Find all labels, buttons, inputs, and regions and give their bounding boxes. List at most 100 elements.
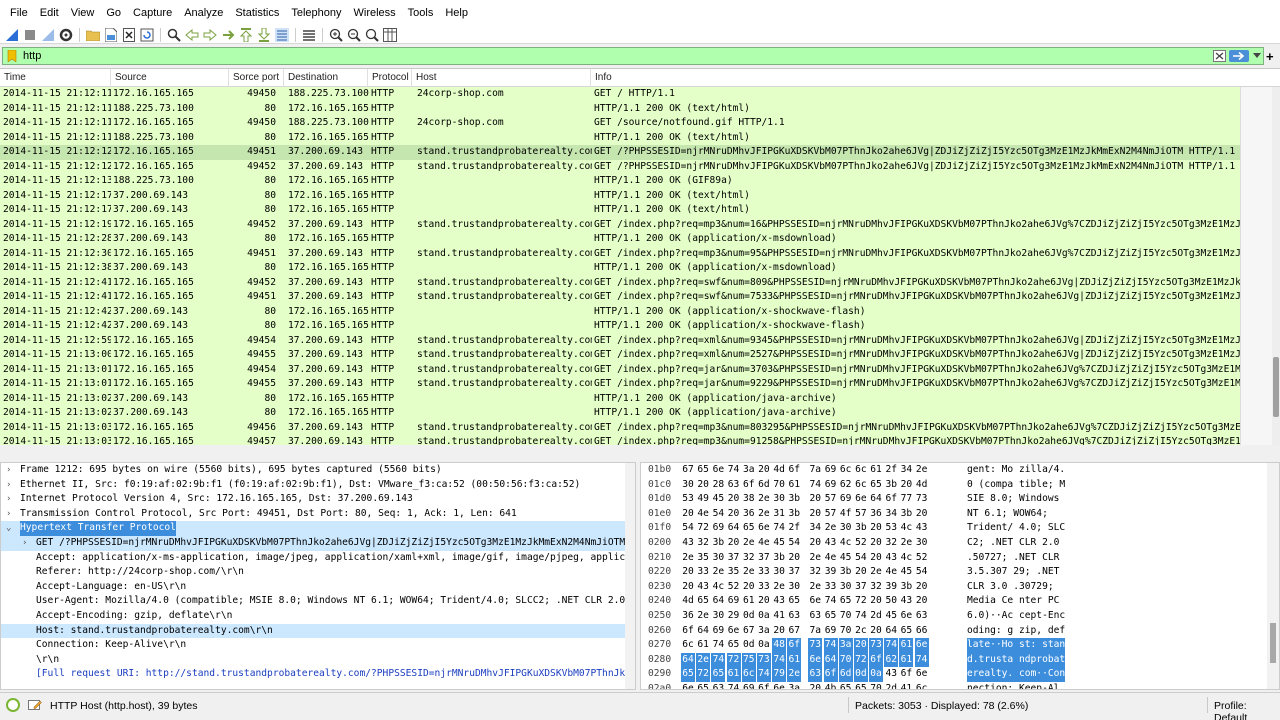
zoom-normal-icon[interactable] [364, 27, 380, 43]
table-row[interactable]: 2014-11-15 21:12:11 188.225.73.100 80 172.1… [0, 102, 1240, 117]
ascii-text[interactable]: Media Ce nter PC [967, 594, 1059, 609]
clear-filter-icon[interactable] [1211, 49, 1227, 63]
hex-bytes[interactable]: 53 49 45 20 38 2e 30 3b 20 57 69 6e 64 6f 77 73 [681, 492, 930, 507]
menu-tools[interactable]: Tools [402, 0, 440, 26]
menu-view[interactable]: View [65, 0, 101, 26]
hex-bytes[interactable]: 20 4e 54 20 36 2e 31 3b 20 57 4f 57 36 34 3b 20 [681, 507, 930, 522]
menu-capture[interactable]: Capture [127, 0, 178, 26]
table-row[interactable]: 2014-11-15 21:12:12 172.16.165.165 49452 37… [0, 160, 1240, 175]
detail-tree-item[interactable]: Accept-Encoding: gzip, deflate\r\n [1, 609, 635, 624]
go-to-packet-icon[interactable] [220, 27, 236, 43]
detail-tree-item[interactable]: \r\n [1, 653, 635, 668]
detail-tree-item[interactable]: › Transmission Control Protocol, Src Port… [1, 507, 635, 522]
scrollbar-thumb[interactable] [1273, 357, 1279, 417]
expand-arrow-icon[interactable]: › [22, 536, 32, 551]
table-row[interactable]: 2014-11-15 21:13:03 172.16.165.165 49457 37… [0, 435, 1240, 445]
detail-tree-item[interactable]: › GET /?PHPSSESID=njrMNruDMhvJFIPGKuXDSKV… [1, 535, 635, 551]
table-row[interactable]: 2014-11-15 21:12:13 188.225.73.100 80 172.1… [0, 174, 1240, 189]
find-icon[interactable] [166, 27, 182, 43]
table-row[interactable]: 2014-11-15 21:13:02 37.200.69.143 80 172.16… [0, 392, 1240, 407]
table-row[interactable]: 2014-11-15 21:12:42 37.200.69.143 80 172.16… [0, 319, 1240, 334]
go-last-icon[interactable] [256, 27, 272, 43]
menu-statistics[interactable]: Statistics [229, 0, 285, 26]
ascii-text[interactable]: CLR 3.0 .30729; [967, 580, 1054, 595]
table-row-selected[interactable]: 2014-11-15 21:12:12 172.16.165.165 49451 37… [0, 145, 1240, 160]
scrollbar-thumb[interactable] [1270, 623, 1276, 663]
table-row[interactable]: 2014-11-15 21:12:41 172.16.165.165 49451 37… [0, 290, 1240, 305]
stop-icon[interactable] [22, 27, 38, 43]
menu-analyze[interactable]: Analyze [178, 0, 229, 26]
menu-edit[interactable]: Edit [34, 0, 65, 26]
filter-history-dropdown-icon[interactable] [1251, 49, 1263, 63]
detail-tree-item[interactable]: ⌄ Hypertext Transfer Protocol [1, 521, 635, 536]
hex-bytes[interactable]: 43 32 3b 20 2e 4e 45 54 20 43 4c 52 20 32 2e 30 [681, 536, 930, 551]
table-row[interactable]: 2014-11-15 21:12:38 37.200.69.143 80 172.16… [0, 261, 1240, 276]
go-forward-icon[interactable] [202, 27, 218, 43]
shark-fin-start-icon[interactable] [4, 27, 20, 43]
ascii-text[interactable]: late··Ho st: stan [967, 638, 1066, 653]
menu-help[interactable]: Help [439, 0, 474, 26]
details-scrollbar[interactable] [625, 463, 635, 689]
ascii-text[interactable]: oding: g zip, def [967, 624, 1065, 639]
capture-status-icon[interactable] [6, 698, 20, 712]
table-row[interactable]: 2014-11-15 21:12:11 188.225.73.100 80 172.1… [0, 131, 1240, 146]
ascii-text[interactable]: 0 (compa tible; M [967, 478, 1065, 493]
ascii-text[interactable]: SIE 8.0; Windows [967, 492, 1059, 507]
ascii-text[interactable]: Trident/ 4.0; SLC [967, 521, 1065, 536]
hex-bytes[interactable]: 67 65 6e 74 3a 20 4d 6f 7a 69 6c 6c 61 2f 34 2e [681, 463, 930, 478]
ascii-text[interactable]: .50727; .NET CLR [967, 551, 1059, 566]
hex-bytes[interactable]: 6e 65 63 74 69 6f 6e 3a 20 4b 65 65 70 2d 41 6c [681, 682, 930, 689]
detail-tree-item[interactable]: Accept-Language: en-US\r\n [1, 580, 635, 595]
table-row[interactable]: 2014-11-15 21:12:11 172.16.165.165 49450 18… [0, 87, 1240, 102]
detail-tree-item[interactable]: Connection: Keep-Alive\r\n [1, 638, 635, 653]
table-row[interactable]: 2014-11-15 21:12:19 172.16.165.165 49452 37… [0, 218, 1240, 233]
hex-bytes[interactable]: 4d 65 64 69 61 20 43 65 6e 74 65 72 20 50 43 20 [681, 594, 930, 609]
ascii-text[interactable]: nection: Keep-Al [967, 682, 1059, 689]
hex-bytes[interactable]: 64 2e 74 72 75 73 74 61 6e 64 70 72 6f 62 61 74 [681, 652, 930, 668]
column-header-destination[interactable]: Destination [284, 69, 368, 87]
hex-bytes[interactable]: 6c 61 74 65 0d 0a 48 6f 73 74 3a 20 73 74 61 6e [681, 638, 930, 653]
table-row[interactable]: 2014-11-15 21:13:03 172.16.165.165 49456 37… [0, 421, 1240, 436]
menu-telephony[interactable]: Telephony [285, 0, 347, 26]
bytes-scrollbar[interactable] [1267, 463, 1279, 689]
apply-filter-icon[interactable] [1229, 49, 1249, 63]
open-file-icon[interactable] [85, 27, 101, 43]
zoom-in-icon[interactable] [328, 27, 344, 43]
menu-go[interactable]: Go [100, 0, 127, 26]
detail-tree-item[interactable]: › Ethernet II, Src: f0:19:af:02:9b:f1 (f0… [1, 478, 635, 493]
colorize-icon[interactable] [301, 27, 317, 43]
detail-tree-item[interactable]: Referer: http://24corp-shop.com/\r\n [1, 565, 635, 580]
close-file-icon[interactable] [121, 27, 137, 43]
autoscroll-icon[interactable] [274, 27, 290, 43]
packet-list-scrollbar[interactable] [1240, 87, 1280, 445]
table-row[interactable]: 2014-11-15 21:12:17 37.200.69.143 80 172.16… [0, 189, 1240, 204]
column-header-source[interactable]: Source [111, 69, 229, 87]
display-filter-input[interactable] [19, 48, 1209, 64]
save-file-icon[interactable] [103, 27, 119, 43]
table-row[interactable]: 2014-11-15 21:13:02 37.200.69.143 80 172.16… [0, 406, 1240, 421]
column-header-source-port[interactable]: Sorce port [229, 69, 284, 87]
filter-bookmark-icon[interactable] [5, 49, 19, 63]
expanded-arrow-icon[interactable]: ⌄ [6, 521, 16, 536]
table-row[interactable]: 2014-11-15 21:13:00 172.16.165.165 49455 37… [0, 348, 1240, 363]
zoom-out-icon[interactable] [346, 27, 362, 43]
table-row[interactable]: 2014-11-15 21:12:17 37.200.69.143 80 172.16… [0, 203, 1240, 218]
hex-bytes[interactable]: 65 72 65 61 6c 74 79 2e 63 6f 6d 0d 0a 43 6f 6e [681, 667, 930, 682]
hex-bytes[interactable]: 30 20 28 63 6f 6d 70 61 74 69 62 6c 65 3b 20 4d [681, 478, 930, 493]
table-row[interactable]: 2014-11-15 21:12:42 37.200.69.143 80 172.16… [0, 305, 1240, 320]
table-row[interactable]: 2014-11-15 21:13:01 172.16.165.165 49455 37… [0, 377, 1240, 392]
ascii-text[interactable]: NT 6.1; WOW64; [967, 507, 1048, 522]
go-back-icon[interactable] [184, 27, 200, 43]
go-first-icon[interactable] [238, 27, 254, 43]
hex-bytes[interactable]: 36 2e 30 29 0d 0a 41 63 63 65 70 74 2d 45 6e 63 [681, 609, 930, 624]
column-header-host[interactable]: Host [412, 69, 591, 87]
pane-splitter[interactable] [0, 445, 1280, 462]
ascii-text[interactable]: C2; .NET CLR 2.0 [967, 536, 1059, 551]
table-row[interactable]: 2014-11-15 21:12:59 172.16.165.165 49454 37… [0, 334, 1240, 349]
expand-arrow-icon[interactable]: › [6, 478, 16, 493]
column-header-info[interactable]: Info [591, 69, 1280, 87]
profile-status[interactable]: Profile: Default [1214, 700, 1280, 720]
ascii-text[interactable]: erealty. com··Con [967, 667, 1066, 682]
menu-wireless[interactable]: Wireless [348, 0, 402, 26]
expand-arrow-icon[interactable]: › [6, 463, 16, 478]
